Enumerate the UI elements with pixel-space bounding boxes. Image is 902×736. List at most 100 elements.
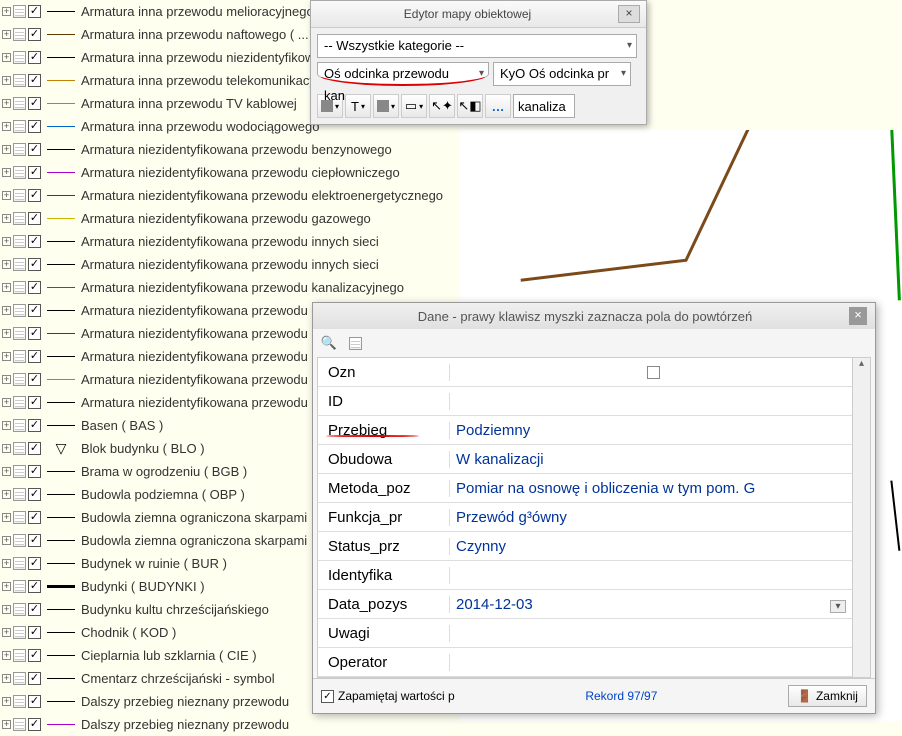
grid-icon[interactable] [13,258,26,271]
expand-icon[interactable]: + [2,168,11,177]
grid-icon[interactable] [13,212,26,225]
checkbox[interactable]: ✓ [28,350,41,363]
tree-item[interactable]: + ✓ Armatura niezidentyfikowana przewodu… [0,184,460,207]
expand-icon[interactable]: + [2,444,11,453]
tree-item[interactable]: + ✓ Armatura niezidentyfikowana przewodu… [0,276,460,299]
checkbox[interactable]: ✓ [28,166,41,179]
grid-icon[interactable] [13,143,26,156]
grid-icon[interactable] [13,51,26,64]
grid-icon[interactable] [13,672,26,685]
expand-icon[interactable]: + [2,536,11,545]
data-row[interactable]: Identyfika [318,561,870,590]
expand-icon[interactable]: + [2,605,11,614]
data-row[interactable]: Ozn [318,358,870,387]
grid-icon[interactable] [13,557,26,570]
checkbox[interactable]: ✓ [28,373,41,386]
expand-icon[interactable]: + [2,7,11,16]
checkbox[interactable]: ✓ [28,28,41,41]
category-combo[interactable]: -- Wszystkie kategorie -- [317,34,637,58]
remember-checkbox[interactable]: ✓ Zapamiętaj wartości p [321,689,455,703]
field-value[interactable]: Przewód g³ówny [450,509,870,526]
expand-icon[interactable]: + [2,260,11,269]
grid-icon[interactable] [13,626,26,639]
expand-icon[interactable]: + [2,628,11,637]
close-icon[interactable]: × [618,5,640,23]
checkbox[interactable]: ✓ [28,258,41,271]
grid-icon[interactable] [13,97,26,110]
checkbox[interactable]: ✓ [28,488,41,501]
expand-icon[interactable]: + [2,122,11,131]
checkbox[interactable]: ✓ [28,327,41,340]
checkbox[interactable]: ✓ [28,281,41,294]
expand-icon[interactable]: + [2,214,11,223]
expand-icon[interactable]: + [2,582,11,591]
grid-icon[interactable] [13,281,26,294]
checkbox[interactable]: ✓ [28,672,41,685]
expand-icon[interactable]: + [2,145,11,154]
grid-icon[interactable] [345,333,365,353]
grid-icon[interactable] [13,166,26,179]
checkbox[interactable] [647,366,660,379]
checkbox[interactable]: ✓ [28,189,41,202]
scrollbar[interactable] [852,358,870,677]
grid-icon[interactable] [13,442,26,455]
grid-icon[interactable] [13,327,26,340]
tree-item[interactable]: + ✓ Armatura niezidentyfikowana przewodu… [0,253,460,276]
checkbox[interactable]: ✓ [28,143,41,156]
checkbox[interactable]: ✓ [28,442,41,455]
data-row[interactable]: Operator [318,648,870,677]
field-value[interactable]: Podziemny [450,422,870,439]
grid-icon[interactable] [13,580,26,593]
expand-icon[interactable]: + [2,30,11,39]
grid-icon[interactable] [13,120,26,133]
checkbox[interactable]: ✓ [28,120,41,133]
data-row[interactable]: Status_prz Czynny [318,532,870,561]
search-icon[interactable]: 🔍 [319,333,339,353]
shape-btn[interactable] [373,94,399,118]
data-title-bar[interactable]: Dane - prawy klawisz myszki zaznacza pol… [313,303,875,329]
expand-icon[interactable]: + [2,76,11,85]
checkbox[interactable]: ✓ [28,304,41,317]
field-value[interactable]: Pomiar na osnowę i obliczenia w tym pom.… [450,480,870,497]
expand-icon[interactable]: + [2,513,11,522]
checkbox[interactable]: ✓ [28,626,41,639]
expand-icon[interactable]: + [2,674,11,683]
expand-icon[interactable]: + [2,490,11,499]
expand-icon[interactable]: + [2,398,11,407]
field-value[interactable]: 2014-12-03 [450,596,870,613]
grid-icon[interactable] [13,235,26,248]
checkbox[interactable]: ✓ [28,511,41,524]
checkbox[interactable]: ✓ [28,5,41,18]
expand-icon[interactable]: + [2,375,11,384]
data-row[interactable]: ID [318,387,870,416]
grid-icon[interactable] [13,28,26,41]
data-row[interactable]: Metoda_poz Pomiar na osnowę i obliczenia… [318,474,870,503]
checkbox[interactable]: ✓ [28,718,41,731]
grid-icon[interactable] [13,695,26,708]
text-tool-btn[interactable]: T [345,94,371,118]
grid-icon[interactable] [13,373,26,386]
grid-icon[interactable] [13,419,26,432]
checkbox[interactable]: ✓ [28,235,41,248]
field-value[interactable] [450,366,870,379]
grid-icon[interactable] [13,396,26,409]
tree-item[interactable]: + ✓ Armatura niezidentyfikowana przewodu… [0,230,460,253]
checkbox[interactable]: ✓ [28,534,41,547]
grid-icon[interactable] [13,534,26,547]
tree-item[interactable]: + ✓ Armatura niezidentyfikowana przewodu… [0,138,460,161]
grid-icon[interactable] [13,350,26,363]
close-icon[interactable]: × [849,307,867,325]
tree-item[interactable]: + ✓ Dalszy przebieg nieznany przewodu [0,713,460,736]
expand-icon[interactable]: + [2,191,11,200]
more-btn[interactable]: … [485,94,511,118]
field-value[interactable]: Czynny [450,538,870,555]
grid-icon[interactable] [13,649,26,662]
grid-icon[interactable] [13,189,26,202]
object-type-combo[interactable]: Oś odcinka przewodu kan [317,62,489,86]
grid-icon[interactable] [13,603,26,616]
checkbox[interactable]: ✓ [28,465,41,478]
expand-icon[interactable]: + [2,559,11,568]
checkbox[interactable]: ✓ [28,649,41,662]
line-style-btn[interactable]: ▭ [401,94,427,118]
field-value[interactable]: W kanalizacji [450,451,870,468]
